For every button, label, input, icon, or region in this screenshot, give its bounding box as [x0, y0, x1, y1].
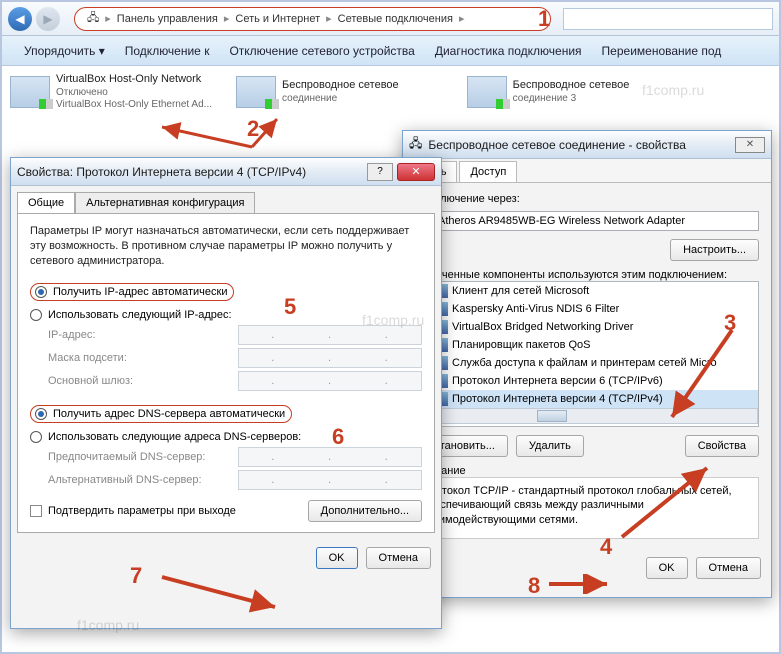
validate-label: Подтвердить параметры при выходе: [48, 505, 236, 517]
connect-to-menu[interactable]: Подключение к: [115, 44, 220, 58]
ip-address-label: IP-адрес:: [48, 329, 238, 341]
annotation-6: 6: [332, 426, 344, 448]
connection-vbox[interactable]: VirtualBox Host-Only Network Отключено V…: [10, 73, 212, 110]
subnet-mask-label: Маска подсети:: [48, 352, 238, 364]
gateway-input: ...: [238, 371, 422, 391]
connection-title: VirtualBox Host-Only Network: [56, 73, 212, 86]
rename-menu[interactable]: Переименование под: [592, 44, 732, 58]
network-adapter-icon: [10, 76, 50, 108]
gateway-label: Основной шлюз:: [48, 375, 238, 387]
network-adapter-icon: [236, 76, 276, 108]
connection-wireless[interactable]: Беспроводное сетевое соединение: [236, 76, 399, 108]
command-bar: Упорядочить ▾ Подключение к Отключение с…: [2, 36, 779, 66]
alternate-dns-label: Альтернативный DNS-сервер:: [48, 474, 238, 486]
ok-button[interactable]: OK: [316, 547, 358, 569]
breadcrumb[interactable]: 🖧▸ Панель управления▸ Сеть и Интернет▸ С…: [74, 7, 551, 31]
ok-button[interactable]: OK: [646, 557, 688, 579]
subnet-mask-input: ...: [238, 348, 422, 368]
close-button[interactable]: ✕: [397, 163, 435, 181]
crumb-control-panel[interactable]: Панель управления: [113, 13, 222, 25]
close-button[interactable]: ✕: [735, 137, 765, 153]
forward-button[interactable]: ▶: [36, 7, 60, 31]
list-item: Клиент для сетей Microsoft: [416, 282, 758, 300]
connection-wireless-3[interactable]: Беспроводное сетевое соединение 3: [467, 76, 630, 108]
radio-manual-dns[interactable]: Использовать следующие адреса DNS-сервер…: [30, 431, 422, 443]
arrow-3: [662, 322, 752, 432]
organize-menu[interactable]: Упорядочить ▾: [14, 44, 115, 58]
tabs: Сеть Доступ: [403, 159, 771, 183]
scrollbar-thumb[interactable]: [537, 410, 567, 422]
arrow-8: [547, 574, 617, 594]
configure-button[interactable]: Настроить...: [670, 239, 759, 261]
annotation-2: 2: [247, 118, 259, 140]
tab-alternate[interactable]: Альтернативная конфигурация: [75, 192, 255, 213]
connect-through-label: Подключение через:: [415, 193, 759, 205]
crumb-network-connections[interactable]: Сетевые подключения: [334, 13, 457, 25]
advanced-button[interactable]: Дополнительно...: [308, 500, 422, 522]
radio-auto-dns[interactable]: Получить адрес DNS-сервера автоматически: [30, 405, 292, 423]
help-button[interactable]: ?: [367, 163, 393, 181]
annotation-7: 7: [130, 565, 142, 587]
arrow-7: [157, 567, 287, 617]
cancel-button[interactable]: Отмена: [696, 557, 761, 579]
arrow-4: [612, 462, 722, 542]
crumb-network-internet[interactable]: Сеть и Интернет: [231, 13, 324, 25]
preferred-dns-label: Предпочитаемый DNS-сервер:: [48, 451, 238, 463]
annotation-4: 4: [600, 536, 612, 558]
ipv4-properties-dialog: Свойства: Протокол Интернета версии 4 (T…: [10, 157, 442, 629]
radio-icon: [30, 431, 42, 443]
alternate-dns-input: ...: [238, 470, 422, 490]
connection-title: Беспроводное сетевое: [513, 79, 630, 92]
remove-button[interactable]: Удалить: [516, 435, 584, 457]
tab-sharing[interactable]: Доступ: [459, 161, 517, 182]
watermark: f1comp.ru: [642, 82, 704, 98]
connection-sub: соединение 3: [513, 93, 630, 105]
radio-icon: [35, 286, 47, 298]
watermark: f1comp.ru: [362, 312, 424, 328]
annotation-1: 1: [538, 8, 550, 30]
annotation-5: 5: [284, 296, 296, 318]
annotation-8: 8: [528, 575, 540, 597]
back-button[interactable]: ◀: [8, 7, 32, 31]
properties-button[interactable]: Свойства: [685, 435, 759, 457]
radio-auto-ip[interactable]: Получить IP-адрес автоматически: [30, 283, 234, 301]
radio-icon: [35, 408, 47, 420]
annotation-3: 3: [724, 312, 736, 334]
network-icon: 🖧: [409, 134, 422, 155]
components-label: Отмеченные компоненты используются этим …: [415, 269, 759, 281]
network-adapter-icon: [467, 76, 507, 108]
explorer-nav: ◀ ▶ 🖧▸ Панель управления▸ Сеть и Интерне…: [2, 2, 779, 36]
diagnose-menu[interactable]: Диагностика подключения: [425, 44, 592, 58]
folder-icon: 🖧: [83, 9, 103, 28]
connection-title: Беспроводное сетевое: [282, 79, 399, 92]
titlebar[interactable]: 🖧 Беспроводное сетевое соединение - свой…: [403, 131, 771, 159]
arrow-2: [142, 117, 282, 167]
connection-sub: соединение: [282, 93, 399, 105]
cancel-button[interactable]: Отмена: [366, 547, 431, 569]
tab-general[interactable]: Общие: [17, 192, 75, 213]
dialog-title: Беспроводное сетевое соединение - свойст…: [428, 138, 735, 152]
search-input[interactable]: [563, 8, 773, 30]
disable-device-menu[interactable]: Отключение сетевого устройства: [219, 44, 424, 58]
connection-status: Отключено: [56, 87, 212, 99]
adapter-name-field: Atheros AR9485WB-EG Wireless Network Ada…: [415, 211, 759, 231]
preferred-dns-input: ...: [238, 447, 422, 467]
connection-adapter: VirtualBox Host-Only Ethernet Ad...: [56, 99, 212, 111]
watermark: f1comp.ru: [77, 617, 139, 633]
validate-checkbox[interactable]: [30, 505, 42, 517]
list-item: Kaspersky Anti-Virus NDIS 6 Filter: [416, 300, 758, 318]
description-text: Параметры IP могут назначаться автоматич…: [30, 224, 422, 269]
radio-icon: [30, 309, 42, 321]
